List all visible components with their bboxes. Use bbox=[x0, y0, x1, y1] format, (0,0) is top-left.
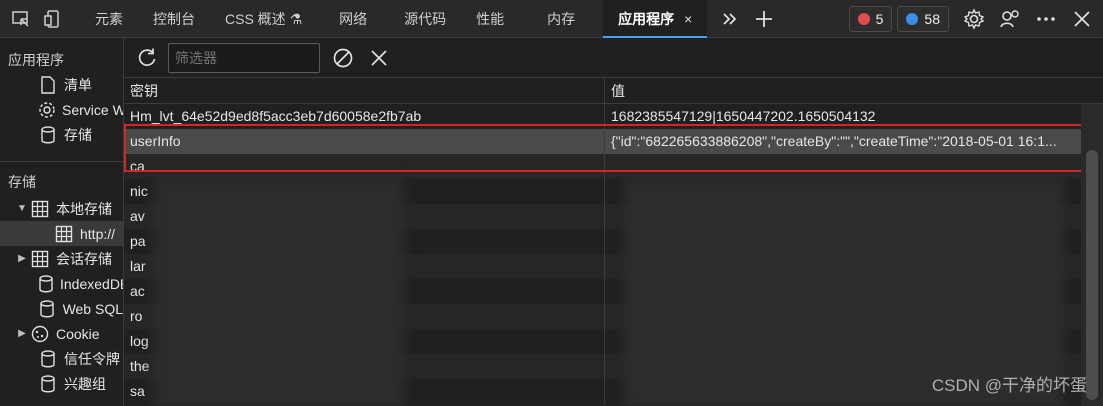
tab-performance[interactable]: 性能 bbox=[461, 0, 519, 38]
message-count: 58 bbox=[924, 10, 940, 27]
column-header-value[interactable]: 值 bbox=[605, 78, 1079, 103]
section-header-application: 应用程序 bbox=[8, 52, 64, 68]
tab-sources[interactable]: 源代码 bbox=[389, 0, 461, 38]
sidebar-item-local-origin[interactable]: http:// bbox=[0, 221, 123, 246]
sidebar-item-label: 存储 bbox=[64, 126, 92, 143]
clear-all-icon[interactable] bbox=[328, 43, 358, 73]
watermark: CSDN @干净的坏蛋 bbox=[931, 376, 1087, 395]
table-row[interactable]: Hm_lvt_64e52d9ed8f5acc3eb7d60058e2fb7ab … bbox=[124, 104, 1103, 129]
more-tabs-icon[interactable] bbox=[715, 4, 745, 34]
database-icon bbox=[38, 349, 58, 369]
sidebar-item-storage[interactable]: 存储 bbox=[0, 122, 123, 147]
close-tab-icon[interactable]: × bbox=[684, 11, 692, 27]
row-value: {"id":"682265633886208","createBy":"","c… bbox=[611, 133, 1057, 149]
storage-filter-bar bbox=[124, 38, 1103, 78]
scrollbar-thumb[interactable] bbox=[1086, 150, 1098, 400]
table-header: 密钥 值 bbox=[124, 78, 1103, 104]
inspect-element-icon[interactable] bbox=[6, 4, 36, 34]
sidebar-item-label: 会话存储 bbox=[56, 250, 112, 267]
sidebar-item-session-storage[interactable]: ▶ 会话存储 bbox=[0, 246, 123, 271]
tab-label: 源代码 bbox=[404, 10, 447, 27]
table-grid-icon bbox=[54, 224, 74, 244]
table-grid-icon bbox=[30, 199, 50, 219]
table-row-selected[interactable]: userInfo {"id":"682265633886208","create… bbox=[124, 129, 1103, 154]
sidebar-item-manifest[interactable]: 清单 bbox=[0, 72, 123, 97]
settings-gear-icon[interactable] bbox=[959, 4, 989, 34]
delete-selected-icon[interactable] bbox=[364, 43, 394, 73]
vertical-scrollbar[interactable] bbox=[1081, 104, 1103, 406]
sidebar-item-trust-tokens[interactable]: 信任令牌 bbox=[0, 346, 123, 371]
tab-memory[interactable]: 内存 bbox=[519, 0, 603, 38]
row-value bbox=[605, 154, 1079, 179]
gear-icon bbox=[38, 100, 56, 120]
database-icon bbox=[38, 274, 54, 294]
sidebar-item-label: http:// bbox=[80, 225, 116, 242]
sidebar-item-label: 信任令牌 bbox=[64, 350, 120, 367]
sidebar-item-cookies[interactable]: ▶ Cookie bbox=[0, 321, 123, 346]
document-icon bbox=[38, 75, 58, 95]
add-tool-icon[interactable] bbox=[749, 4, 779, 34]
tab-network[interactable]: 网络 bbox=[317, 0, 389, 38]
row-key: Hm_lvt_64e52d9ed8f5acc3eb7d60058e2fb7ab bbox=[124, 104, 605, 129]
collapsed-arrow-icon[interactable]: ▶ bbox=[14, 253, 30, 264]
sidebar-item-service-workers[interactable]: Service Workers bbox=[0, 97, 123, 122]
tab-label: 控制台 bbox=[153, 10, 195, 27]
tab-label: 性能 bbox=[476, 10, 505, 27]
row-key: ca bbox=[124, 154, 605, 179]
sidebar-item-indexeddb[interactable]: IndexedDB bbox=[0, 271, 123, 296]
error-count: 5 bbox=[875, 10, 884, 27]
tab-label: 网络 bbox=[339, 10, 368, 27]
sidebar-item-interest-groups[interactable]: 兴趣组 bbox=[0, 371, 123, 396]
message-count-badge[interactable]: 58 bbox=[897, 5, 949, 32]
close-devtools-icon[interactable] bbox=[1067, 4, 1097, 34]
row-value: 1682385547129|1650447202.1650504132 bbox=[611, 108, 876, 124]
table-grid-icon bbox=[30, 249, 50, 269]
error-icon bbox=[857, 12, 870, 25]
message-icon bbox=[906, 12, 919, 25]
refresh-icon[interactable] bbox=[132, 43, 162, 73]
tab-application[interactable]: 应用程序 × bbox=[603, 0, 708, 38]
sidebar-item-label: Cookie bbox=[56, 325, 100, 342]
column-header-key[interactable]: 密钥 bbox=[124, 78, 605, 103]
sidebar-item-label: IndexedDB bbox=[60, 275, 124, 292]
row-key: userInfo bbox=[124, 129, 605, 154]
database-icon bbox=[38, 374, 58, 394]
feedback-icon[interactable] bbox=[995, 4, 1025, 34]
device-emulation-icon[interactable] bbox=[38, 4, 68, 34]
filter-input[interactable] bbox=[168, 42, 320, 73]
collapsed-arrow-icon[interactable]: ▶ bbox=[14, 328, 30, 339]
sidebar-item-label: 本地存储 bbox=[56, 200, 112, 217]
sidebar-item-label: Web SQL bbox=[62, 300, 123, 317]
tab-label: 内存 bbox=[547, 10, 576, 27]
error-count-badge[interactable]: 5 bbox=[848, 5, 893, 32]
more-options-icon[interactable] bbox=[1031, 4, 1061, 34]
tab-elements[interactable]: 元素 bbox=[80, 0, 138, 38]
database-icon bbox=[38, 299, 57, 319]
divider bbox=[0, 161, 123, 162]
tab-console[interactable]: 控制台 bbox=[138, 0, 210, 38]
tab-label: 元素 bbox=[95, 10, 123, 27]
storage-view: 密钥 值 Hm_lvt_64e52d9ed8f5acc3eb7d60058e2f… bbox=[124, 38, 1103, 406]
cookie-icon bbox=[30, 324, 50, 344]
tab-label: CSS 概述 ⚗ bbox=[225, 10, 303, 27]
sidebar-item-web-sql[interactable]: Web SQL bbox=[0, 296, 123, 321]
application-sidebar: 应用程序 清单 Service Workers 存储 存储 ▼ 本地存储 htt… bbox=[0, 38, 124, 406]
database-icon bbox=[38, 125, 58, 145]
redacted-keys-blur bbox=[154, 178, 404, 406]
sidebar-item-label: Service Workers bbox=[62, 101, 123, 118]
table-row[interactable]: ca bbox=[124, 154, 1103, 179]
expanded-arrow-icon[interactable]: ▼ bbox=[14, 203, 30, 214]
sidebar-item-label: 清单 bbox=[64, 76, 92, 93]
tab-label: 应用程序 bbox=[618, 10, 675, 27]
sidebar-item-label: 兴趣组 bbox=[64, 375, 106, 392]
devtools-toolbar: 元素 控制台 CSS 概述 ⚗ 网络 源代码 性能 内存 应用程序 × 5 58 bbox=[0, 0, 1103, 38]
section-header-storage: 存储 bbox=[8, 174, 36, 190]
sidebar-item-local-storage[interactable]: ▼ 本地存储 bbox=[0, 196, 123, 221]
tab-css-overview[interactable]: CSS 概述 ⚗ bbox=[210, 0, 317, 38]
